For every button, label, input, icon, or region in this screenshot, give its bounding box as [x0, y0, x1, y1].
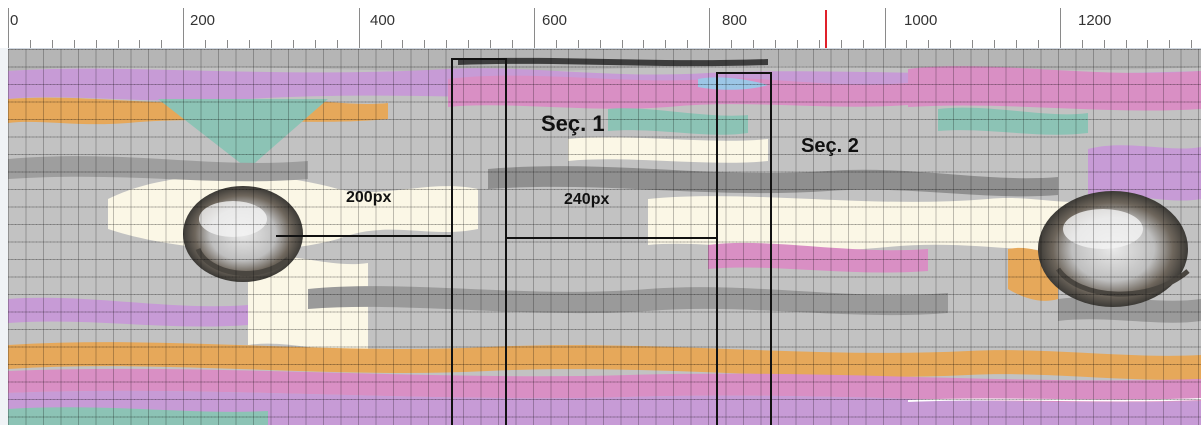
- section-2-label: Seç. 2: [801, 135, 859, 157]
- selection-overlay: [276, 58, 772, 425]
- canvas-editor: 0 200 400 600 800 1000 1200 Seç. 1 Seç. …: [0, 0, 1201, 425]
- ruler-label-800: 800: [722, 12, 748, 29]
- design-canvas[interactable]: Seç. 1 Seç. 2 200px 240px: [8, 49, 1201, 425]
- dimension-label-200: 200px: [346, 189, 392, 206]
- ruler-label-600: 600: [542, 12, 568, 29]
- ruler-label-200: 200: [190, 12, 216, 29]
- section-1-label: Seç. 1: [541, 111, 605, 136]
- ruler-label-400: 400: [370, 12, 396, 29]
- horizontal-ruler[interactable]: 0 200 400 600 800 1000 1200: [0, 0, 1201, 49]
- selection-strip-right[interactable]: [716, 72, 772, 425]
- ruler-label-1200: 1200: [1078, 12, 1112, 29]
- ruler-label-0: 0: [10, 12, 19, 29]
- selection-strip-left[interactable]: [451, 58, 507, 425]
- dimension-label-240: 240px: [564, 191, 610, 208]
- ruler-label-1000: 1000: [904, 12, 938, 29]
- ruler-ticks: [8, 8, 1192, 48]
